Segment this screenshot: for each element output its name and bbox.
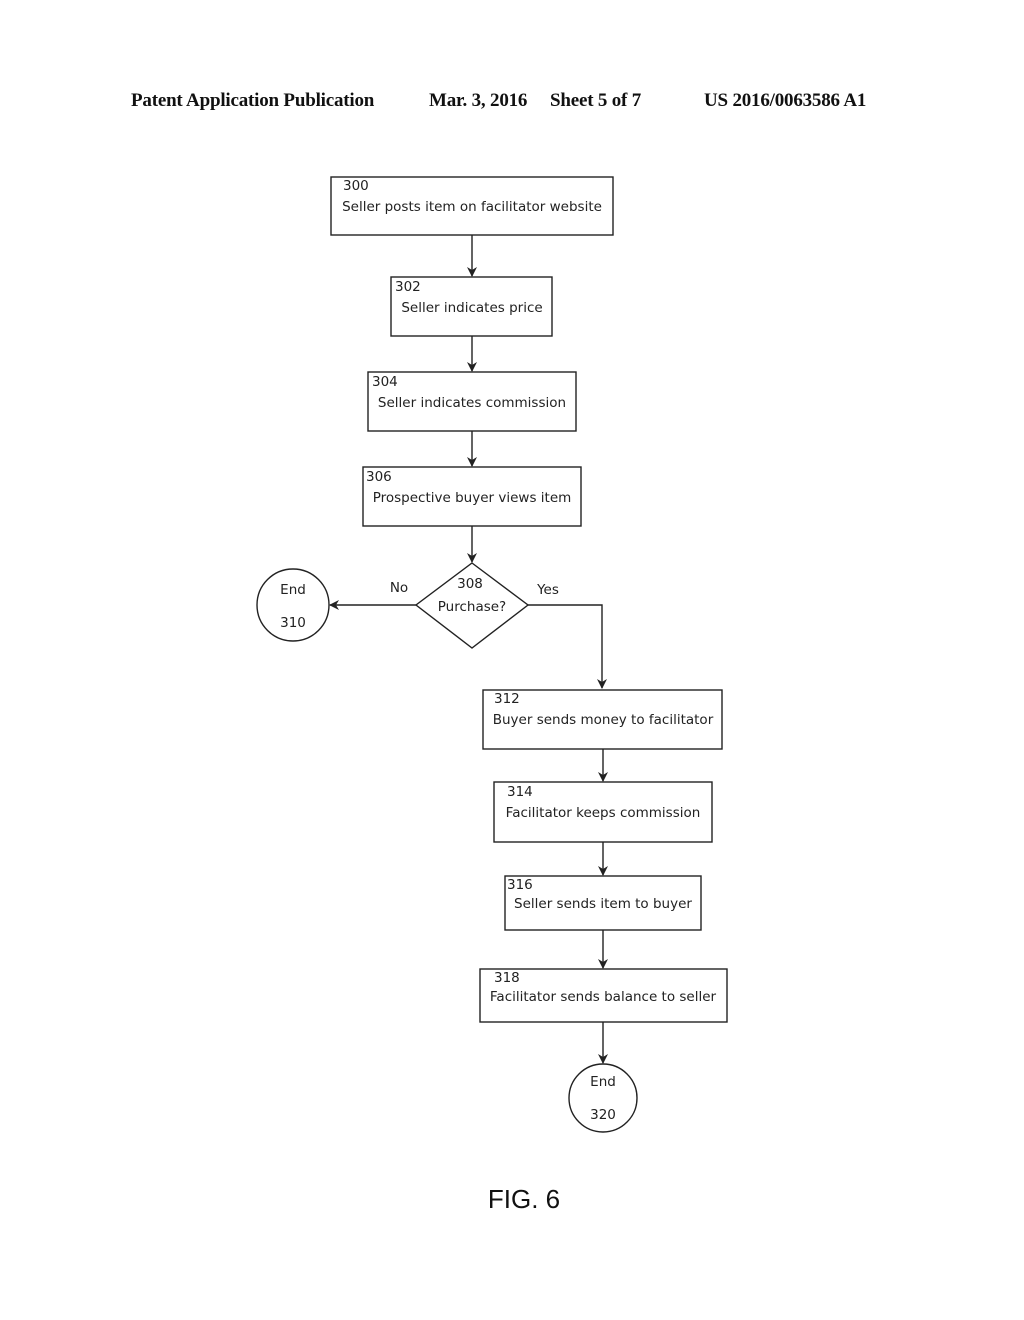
figure-label: FIG. 6	[488, 1184, 560, 1214]
step-number: 320	[590, 1107, 616, 1123]
step-number: 312	[494, 691, 520, 707]
step-label: Seller indicates price	[401, 300, 542, 316]
step-302: 302 Seller indicates price	[390, 276, 553, 337]
decision-308: 308 Purchase?	[414, 562, 530, 649]
arrow-308-312	[528, 604, 607, 689]
step-number: 308	[457, 576, 483, 592]
terminal-320: End 320	[568, 1063, 638, 1133]
step-number: 316	[507, 877, 533, 893]
step-number: 310	[280, 615, 306, 631]
step-label: Prospective buyer views item	[373, 490, 572, 506]
step-number: 300	[343, 178, 369, 194]
step-312: 312 Buyer sends money to facilitator	[482, 689, 723, 750]
flowchart: 300 Seller posts item on facilitator web…	[256, 176, 728, 1214]
step-number: 302	[395, 279, 421, 295]
step-label: Facilitator sends balance to seller	[490, 989, 717, 1005]
step-number: 306	[366, 469, 392, 485]
branch-yes-label: Yes	[536, 582, 559, 598]
step-316: 316 Seller sends item to buyer	[504, 875, 702, 931]
step-318: 318 Facilitator sends balance to seller	[479, 968, 728, 1023]
step-number: 318	[494, 970, 520, 986]
step-number: 304	[372, 374, 398, 390]
step-label: Buyer sends money to facilitator	[493, 712, 714, 728]
step-label: Seller posts item on facilitator website	[342, 199, 602, 215]
terminal-310: End 310	[256, 568, 330, 642]
terminal-label: End	[590, 1074, 616, 1090]
step-304: 304 Seller indicates commission	[367, 371, 577, 432]
step-300: 300 Seller posts item on facilitator web…	[330, 176, 614, 236]
step-label: Facilitator keeps commission	[506, 805, 701, 821]
step-label: Seller sends item to buyer	[514, 896, 692, 912]
terminal-label: End	[280, 582, 306, 598]
branch-no-label: No	[390, 580, 408, 596]
step-label: Purchase?	[438, 599, 506, 615]
step-number: 314	[507, 784, 533, 800]
step-314: 314 Facilitator keeps commission	[493, 781, 713, 843]
step-306: 306 Prospective buyer views item	[362, 466, 582, 527]
step-label: Seller indicates commission	[378, 395, 566, 411]
